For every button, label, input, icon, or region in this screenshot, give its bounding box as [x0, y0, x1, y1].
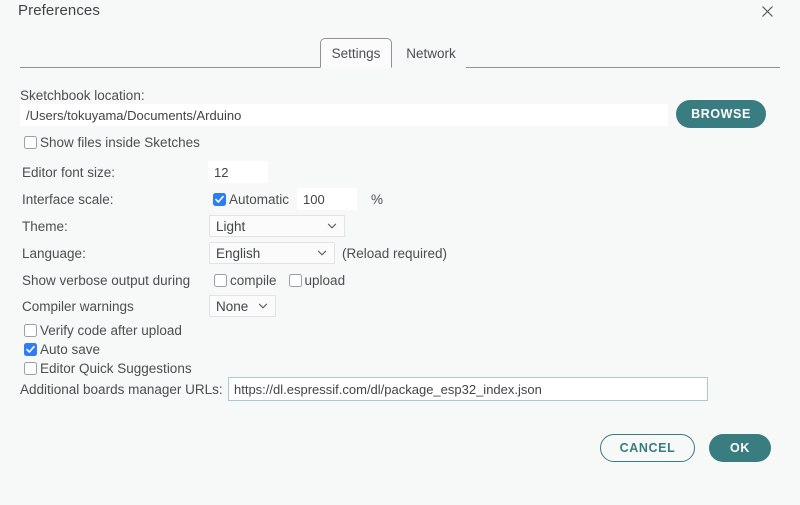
verify-code-after-upload-label: Verify code after upload	[40, 322, 182, 338]
editor-quick-suggestions-label: Editor Quick Suggestions	[40, 360, 192, 376]
editor-font-size-input[interactable]	[208, 161, 268, 183]
editor-quick-suggestions-checkbox-group[interactable]: Editor Quick Suggestions	[24, 361, 192, 376]
compiler-warnings-selected-value: None	[216, 298, 249, 314]
auto-save-checkbox[interactable]	[24, 342, 37, 356]
tabbar-rule-left	[20, 67, 320, 68]
interface-scale-automatic-label: Automatic	[229, 191, 290, 207]
verbose-compile-label: compile	[230, 272, 277, 288]
tab-settings[interactable]: Settings	[320, 38, 392, 68]
show-files-inside-sketches-checkbox[interactable]	[24, 135, 37, 149]
tab-network-label: Network	[406, 45, 456, 61]
verbose-output-label: Show verbose output during	[22, 272, 191, 288]
verbose-output-row: Show verbose output during compile uploa…	[0, 269, 800, 291]
verbose-upload-checkbox[interactable]	[288, 273, 302, 287]
language-selected-value: English	[216, 245, 261, 261]
editor-quick-suggestions-checkbox[interactable]	[24, 361, 37, 375]
tab-bar: Settings Network	[0, 38, 800, 68]
interface-scale-row: Interface scale: Automatic %	[0, 188, 800, 210]
compiler-warnings-row: Compiler warnings None	[0, 295, 800, 317]
browse-button-label: BROWSE	[691, 107, 751, 121]
page-title: Preferences	[18, 2, 100, 19]
show-files-inside-sketches-checkbox-group[interactable]: Show files inside Sketches	[24, 135, 200, 150]
verbose-upload-label: upload	[304, 272, 346, 288]
interface-scale-input[interactable]	[297, 188, 358, 210]
interface-scale-label: Interface scale:	[22, 191, 114, 207]
ok-button-label: OK	[730, 441, 750, 455]
editor-font-size-label: Editor font size:	[22, 164, 116, 180]
cancel-button-label: CANCEL	[619, 441, 676, 455]
theme-select[interactable]: Light	[209, 215, 345, 237]
additional-boards-urls-row: Additional boards manager URLs:	[0, 377, 800, 401]
auto-save-checkbox-group[interactable]: Auto save	[24, 342, 100, 357]
theme-row: Theme: Light	[0, 215, 800, 237]
sketchbook-location-label: Sketchbook location:	[20, 87, 145, 103]
compiler-warnings-select[interactable]: None	[209, 295, 276, 317]
chevron-down-icon	[317, 248, 327, 258]
auto-save-label: Auto save	[40, 341, 101, 357]
verify-code-checkbox-group[interactable]: Verify code after upload	[24, 323, 182, 338]
verbose-compile-checkbox-group[interactable]: compile	[214, 273, 277, 288]
interface-scale-automatic-checkbox[interactable]	[213, 192, 226, 206]
verify-code-after-upload-checkbox[interactable]	[24, 323, 37, 337]
compiler-warnings-label: Compiler warnings	[22, 298, 134, 314]
language-select[interactable]: English	[209, 242, 335, 264]
tab-network[interactable]: Network	[396, 38, 466, 68]
verbose-output-controls: compile upload	[214, 273, 345, 288]
language-row: Language: English (Reload required)	[0, 242, 800, 264]
additional-boards-urls-input[interactable]	[228, 377, 708, 401]
show-files-inside-sketches-label: Show files inside Sketches	[40, 134, 200, 150]
chevron-down-icon	[258, 301, 268, 311]
tab-settings-label: Settings	[331, 45, 381, 61]
tabbar-rule-right	[466, 67, 780, 68]
language-label: Language:	[22, 245, 86, 261]
browse-button[interactable]: BROWSE	[676, 100, 766, 128]
show-files-inside-sketches-row: Show files inside Sketches	[0, 131, 800, 153]
interface-scale-unit: %	[371, 191, 384, 207]
dialog-titlebar: Preferences	[0, 0, 800, 34]
ok-button[interactable]: OK	[709, 434, 771, 462]
language-reload-note: (Reload required)	[342, 245, 448, 261]
editor-quick-suggestions-row: Editor Quick Suggestions	[0, 357, 800, 379]
sketchbook-location-input[interactable]	[20, 104, 668, 126]
chevron-down-icon	[327, 221, 337, 231]
theme-selected-value: Light	[216, 218, 246, 234]
interface-scale-controls: Automatic %	[213, 188, 383, 210]
verbose-compile-checkbox[interactable]	[214, 273, 227, 287]
editor-font-size-row: Editor font size:	[0, 161, 800, 183]
additional-boards-urls-label: Additional boards manager URLs:	[20, 381, 223, 397]
theme-label: Theme:	[22, 218, 68, 234]
cancel-button[interactable]: CANCEL	[600, 434, 695, 462]
close-icon[interactable]	[756, 0, 778, 22]
verbose-upload-checkbox-group[interactable]: upload	[288, 272, 346, 288]
